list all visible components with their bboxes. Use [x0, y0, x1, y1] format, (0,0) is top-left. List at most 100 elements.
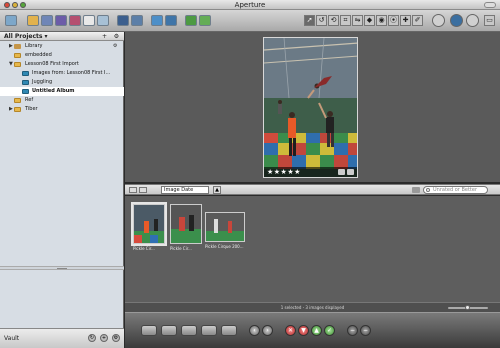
thumb-photo-image — [206, 213, 244, 241]
decrease-rating-icon[interactable]: ▼ — [298, 325, 309, 336]
vault-label: Vault — [4, 335, 20, 342]
rating-overlay: ★★★★★ — [264, 167, 357, 177]
fullscreen-button[interactable] — [201, 325, 217, 336]
rotate-right-icon[interactable]: − — [360, 325, 371, 336]
split-view-button[interactable] — [181, 325, 197, 336]
new-light-table-icon[interactable] — [83, 15, 95, 26]
stack-icon[interactable] — [117, 15, 129, 26]
thumbnail[interactable]: Pickle Cirque 200... — [205, 212, 245, 262]
tree-item-tiber[interactable]: ▶ Tiber — [0, 105, 124, 114]
browser-only-button[interactable] — [161, 325, 177, 336]
spot-patch-tool-icon[interactable]: ✚ — [400, 15, 411, 26]
window-title: Aperture — [234, 1, 266, 9]
control-bar: ‹ › ✕ ▼ ▲ ✓ − − — [125, 312, 500, 348]
thumbnail[interactable]: Pickle Cir... — [170, 204, 202, 254]
rotate-tool-icon[interactable]: ↺ — [316, 15, 327, 26]
viewer-pane: ★★★★★ — [125, 32, 500, 182]
rotate-right-icon[interactable] — [199, 15, 211, 26]
tree-item-untitled-album[interactable]: Untitled Album — [0, 87, 124, 96]
viewer-mode-button[interactable] — [141, 325, 157, 336]
vault-bar: Vault ↻ + ⚙ — [0, 328, 124, 348]
rotate-left-icon[interactable]: − — [347, 325, 358, 336]
tree-item-library[interactable]: ▶ Library ⚙ — [0, 42, 124, 51]
disclosure-triangle-icon[interactable]: ▶ — [9, 42, 13, 51]
tree-item-ref[interactable]: Ref — [0, 96, 124, 105]
flip-tool-icon[interactable]: ⇋ — [352, 15, 363, 26]
unstack-icon[interactable] — [131, 15, 143, 26]
library-icon — [14, 44, 21, 49]
project-icon — [14, 98, 21, 103]
album-icon — [22, 89, 29, 94]
crop-tool-icon[interactable]: ⌗ — [340, 15, 351, 26]
tree-item-embedded[interactable]: embedded — [0, 51, 124, 60]
disclosure-triangle-open-icon[interactable]: ▼ — [9, 60, 13, 69]
filter-hud-icon[interactable] — [412, 187, 420, 193]
vault-update-icon[interactable]: ↻ — [88, 334, 96, 342]
new-smart-album-icon[interactable] — [55, 15, 67, 26]
lift-tool-icon[interactable]: ◆ — [364, 15, 375, 26]
tree-item-label: Untitled Album — [32, 88, 75, 94]
new-project-icon[interactable] — [27, 15, 39, 26]
tree-item-images-from[interactable]: Images from: Lesson08 First I... — [0, 69, 124, 78]
search-field[interactable]: Unrated or Better — [423, 186, 488, 194]
add-project-button[interactable]: + — [100, 33, 109, 40]
loupe-icon[interactable] — [432, 14, 445, 27]
vault-add-button[interactable]: + — [100, 334, 108, 342]
slider-knob[interactable] — [465, 305, 470, 310]
tree-item-lesson08[interactable]: ▼ Lesson08 First Import — [0, 60, 124, 69]
thumbnail-image — [170, 204, 202, 244]
rotate-left-icon[interactable] — [185, 15, 197, 26]
thumbnail-image — [131, 202, 167, 246]
reject-icon[interactable]: ✕ — [285, 325, 296, 336]
inspector-icon[interactable] — [450, 14, 463, 27]
main-toolbar: ➚ ↺ ⟲ ⌗ ⇋ ◆ ◉ ⦿ ✚ ✐ ▭ — [0, 10, 500, 32]
straighten-tool-icon[interactable]: ⟲ — [328, 15, 339, 26]
tree-item-label: embedded — [25, 52, 52, 58]
select-icon[interactable]: ✓ — [324, 325, 335, 336]
aperture-window: Aperture ➚ ↺ ⟲ ⌗ ⇋ ◆ ◉ ⦿ ✚ ✐ ▭ All Proje… — [0, 0, 500, 348]
new-web-gallery-icon[interactable] — [97, 15, 109, 26]
new-folder-icon[interactable] — [41, 15, 53, 26]
increase-rating-icon[interactable]: ▲ — [311, 325, 322, 336]
filmstrip-view-icon[interactable] — [129, 187, 137, 193]
rating-stars[interactable]: ★★★★★ — [267, 168, 301, 176]
tree-item-label: Lesson08 First Import — [25, 61, 79, 67]
stamp-tool-icon[interactable]: ◉ — [376, 15, 387, 26]
gear-icon[interactable]: ⚙ — [112, 33, 121, 40]
tree-item-label: Tiber — [25, 106, 38, 112]
redeye-tool-icon[interactable]: ⦿ — [388, 15, 399, 26]
title-bar: Aperture — [0, 0, 500, 10]
search-icon — [426, 188, 430, 192]
sort-select[interactable]: Image Date — [161, 186, 209, 194]
adjust-badge-icon — [347, 169, 354, 175]
list-view-icon[interactable] — [139, 187, 147, 193]
lift-stamp-tool-icon[interactable]: ✐ — [412, 15, 423, 26]
tree-item-label: Library — [25, 43, 43, 49]
fullscreen-icon[interactable]: ▭ — [484, 15, 495, 26]
sort-direction-icon[interactable]: ▲ — [213, 186, 221, 194]
library-action-icon[interactable]: ⚙ — [113, 42, 117, 51]
show-hud-button[interactable] — [221, 325, 237, 336]
image-browser: Pickle Cir... Pickle Cir... Pickle Cirqu… — [125, 196, 500, 302]
previous-image-icon[interactable]: ‹ — [249, 325, 260, 336]
gym-photo-image — [264, 38, 357, 177]
tree-item-juggling[interactable]: Juggling — [0, 78, 124, 87]
thumbnail[interactable]: Pickle Cir... — [131, 202, 167, 254]
panel-splitter[interactable] — [0, 266, 124, 270]
toolbar-toggle-button[interactable] — [484, 2, 496, 8]
main-photo[interactable]: ★★★★★ — [263, 37, 358, 178]
all-projects-menu[interactable]: All Projects ▾ — [4, 33, 48, 40]
selection-tool-icon[interactable]: ➚ — [304, 15, 315, 26]
compare-icon[interactable] — [151, 15, 163, 26]
tree-item-label: Ref — [25, 97, 34, 103]
viewer-mode-icon[interactable] — [466, 14, 479, 27]
primary-only-icon[interactable] — [165, 15, 177, 26]
album-icon — [22, 71, 29, 76]
disclosure-triangle-icon[interactable]: ▶ — [9, 105, 13, 114]
new-book-icon[interactable] — [69, 15, 81, 26]
thumbnail-caption: Pickle Cirque 200... — [205, 244, 244, 249]
browser-status-bar: 1 selected - 3 images displayed — [125, 302, 500, 312]
import-icon[interactable] — [5, 15, 17, 26]
vault-gear-icon[interactable]: ⚙ — [112, 334, 120, 342]
next-image-icon[interactable]: › — [262, 325, 273, 336]
